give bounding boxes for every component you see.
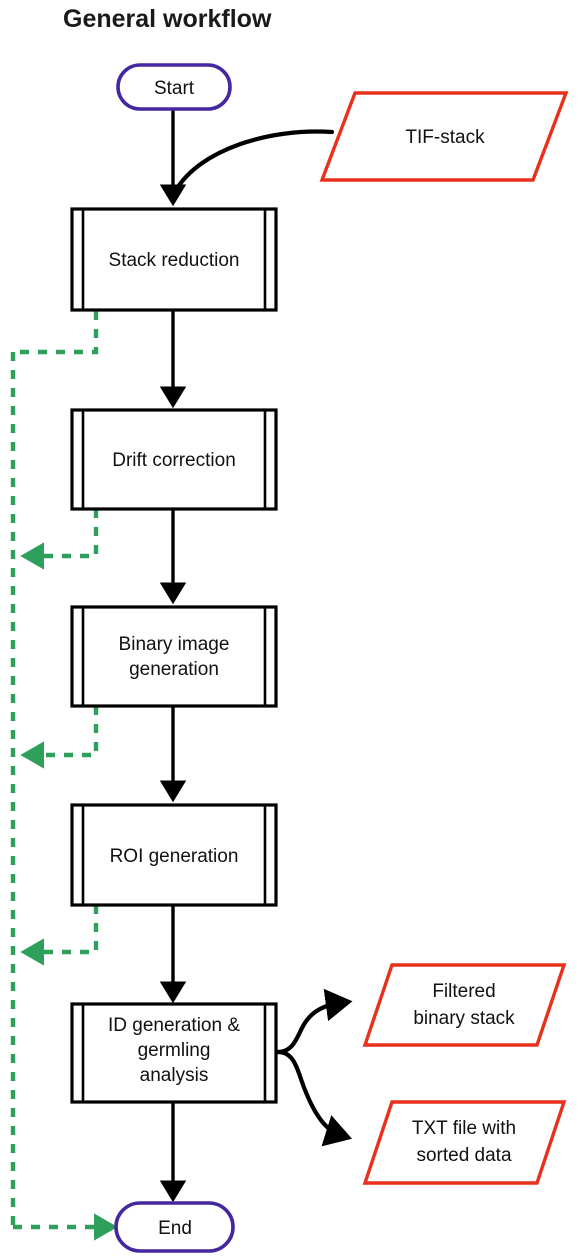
green-branch-drift-correction [20,509,99,570]
edge-tif-stack-to-stack-reduction [173,129,335,193]
green-branch-binary-image [20,706,99,769]
start-label: Start [154,78,195,99]
node-binary-image-generation[interactable]: Binary image generation [70,605,278,708]
binary-image-generation-label-line1: Binary image [119,634,230,655]
txt-file-label-line2: sorted data [416,1145,511,1166]
filtered-binary-stack-label-line1: Filtered [432,981,495,1002]
filtered-binary-stack-parallelogram [362,963,567,1047]
node-txt-file[interactable]: TXT file with sorted data [362,1100,567,1185]
id-generation-label-line1: ID generation & [108,1015,240,1036]
page-title: General workflow [63,5,272,33]
tif-stack-label: TIF-stack [405,127,485,148]
node-start[interactable]: Start [116,63,232,111]
roi-generation-label: ROI generation [110,846,239,867]
id-generation-label-line2: germling [138,1040,211,1061]
node-id-generation[interactable]: ID generation & germling analysis [70,1002,278,1104]
edge-id-generation-to-txt-file [275,1049,353,1147]
binary-image-generation-label-line2: generation [129,659,219,680]
end-label: End [158,1218,192,1239]
node-stack-reduction[interactable]: Stack reduction [70,207,278,312]
txt-file-label-line1: TXT file with [412,1118,516,1139]
node-filtered-binary-stack[interactable]: Filtered binary stack [362,963,567,1047]
id-generation-label-line3: analysis [140,1065,209,1086]
node-drift-correction[interactable]: Drift correction [70,408,278,511]
binary-image-generation-shape [70,605,278,708]
node-end[interactable]: End [114,1201,235,1253]
node-roi-generation[interactable]: ROI generation [70,803,278,907]
node-tif-stack[interactable]: TIF-stack [319,91,569,182]
green-branch-roi-generation [20,905,99,966]
green-branch-stack-reduction [17,311,99,355]
stack-reduction-label: Stack reduction [109,250,240,271]
drift-correction-label: Drift correction [112,450,236,471]
general-workflow-diagram: General workflow Start TIF-stack Stack r… [10,5,569,1253]
edge-id-generation-to-filtered-binary-stack [275,988,353,1055]
txt-file-parallelogram [362,1100,567,1185]
filtered-binary-stack-label-line2: binary stack [413,1008,515,1029]
